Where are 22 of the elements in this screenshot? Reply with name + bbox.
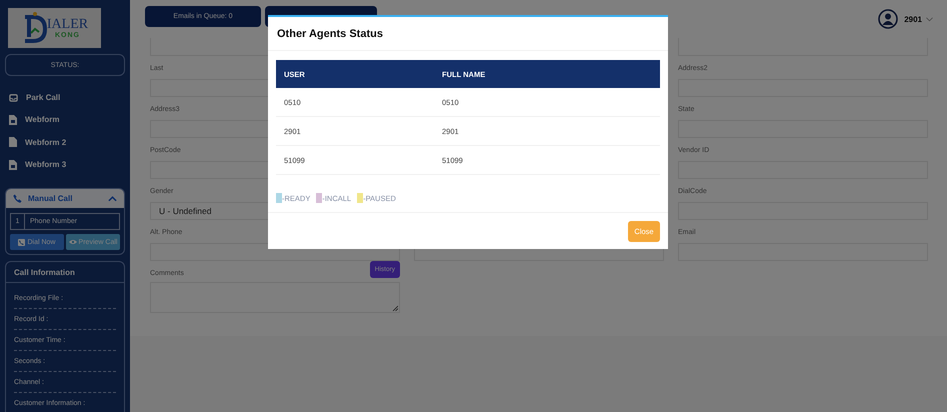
panel-title: Call Information	[6, 262, 124, 283]
manual-call-header[interactable]: Manual Call	[6, 189, 124, 208]
sidebar-item[interactable]: Webform	[5, 108, 125, 131]
document-icon	[9, 137, 17, 148]
chevron-up-icon[interactable]	[108, 196, 117, 202]
document-icon	[9, 160, 17, 170]
sidebar-item[interactable]: Park Call	[5, 86, 125, 108]
phone-icon	[13, 194, 22, 203]
document-icon	[9, 114, 17, 125]
phone-square-icon	[18, 238, 26, 246]
modal-title: Other Agents Status	[268, 17, 668, 51]
sidebar-item[interactable]: Webform 3	[5, 154, 125, 176]
inbox-icon	[9, 92, 18, 102]
panel-title: Manual Call	[28, 194, 74, 203]
user-menu[interactable]: 2901	[904, 14, 922, 24]
eye-icon	[68, 239, 77, 245]
caret-icon[interactable]	[926, 16, 933, 22]
logo-wordmark: IALER	[46, 18, 88, 32]
user-avatar-icon[interactable]	[878, 9, 898, 29]
comments-field[interactable]	[150, 282, 400, 313]
resize-grip-icon[interactable]	[392, 305, 398, 311]
sidebar-item[interactable]: Webform 2	[5, 131, 125, 154]
